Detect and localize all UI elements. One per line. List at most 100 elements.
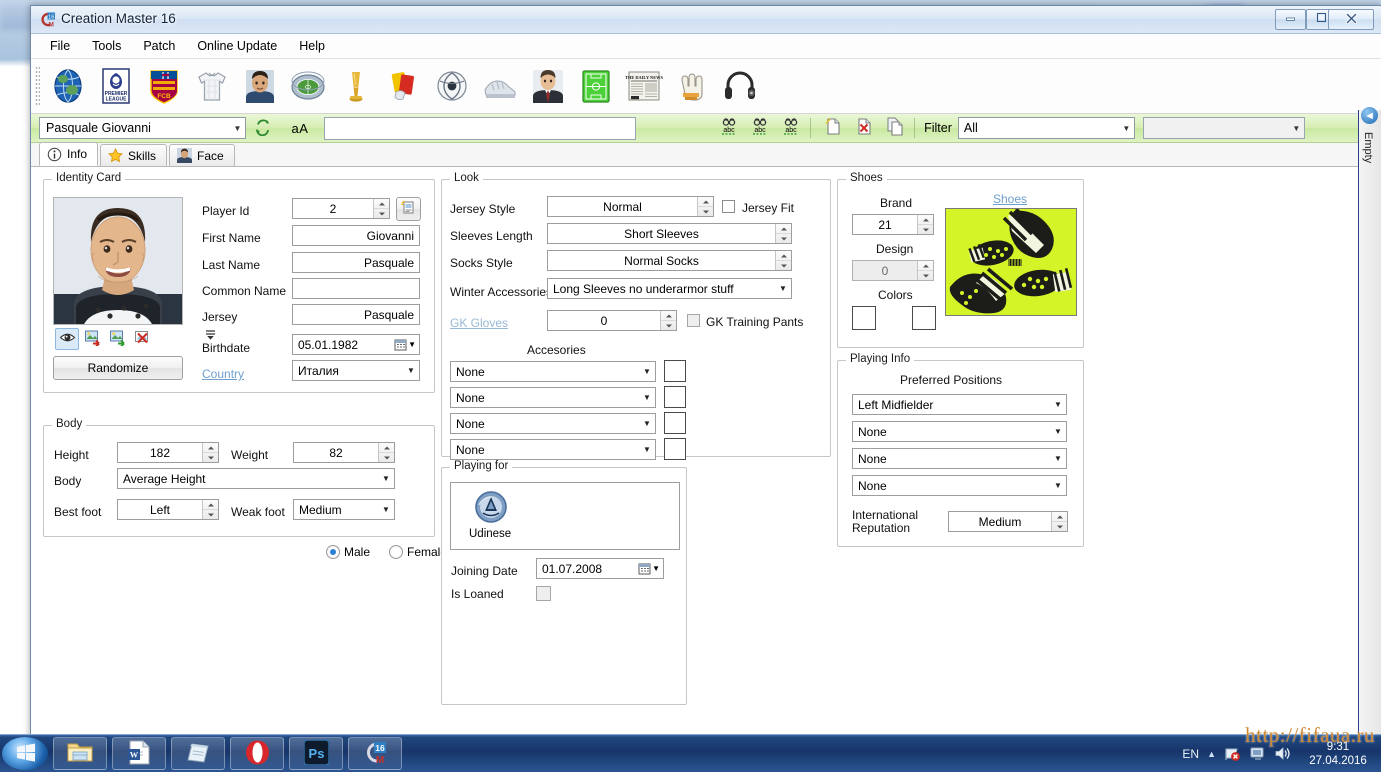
- sleeves-length-stepper[interactable]: [775, 224, 791, 243]
- tab-face[interactable]: Face: [169, 144, 235, 166]
- toolbar-button-club-crest[interactable]: FCB: [141, 63, 189, 109]
- copy-record-button[interactable]: [881, 115, 909, 141]
- tab-info[interactable]: Info: [39, 142, 99, 166]
- toolbar-button-kit[interactable]: [189, 63, 237, 109]
- shoe-color-1[interactable]: [852, 306, 876, 330]
- filter-combo[interactable]: All ▼: [957, 117, 1135, 139]
- filter-secondary-combo[interactable]: ▼: [1142, 117, 1305, 139]
- is-loaned-checkbox[interactable]: [536, 586, 551, 601]
- photo-delete-button[interactable]: [130, 328, 154, 350]
- player-photo[interactable]: [53, 197, 183, 325]
- player-select-combo[interactable]: Pasquale Giovanni ▼: [39, 117, 246, 139]
- accessory-color-2[interactable]: [664, 386, 686, 408]
- weight-input[interactable]: 82: [293, 442, 395, 463]
- player-id-stepper[interactable]: [373, 199, 389, 218]
- taskbar-word[interactable]: W: [112, 737, 166, 770]
- toolbar-button-ball[interactable]: [429, 63, 477, 109]
- shoes-preview[interactable]: [945, 208, 1077, 316]
- menu-item-file[interactable]: File: [39, 35, 81, 57]
- randomize-button[interactable]: Randomize: [53, 356, 183, 380]
- toolbar-button-tactics[interactable]: [573, 63, 621, 109]
- accessory-combo-1[interactable]: None ▼: [450, 361, 656, 382]
- toolbar-button-news[interactable]: THE DAILY NEWS: [621, 63, 669, 109]
- network-error-icon[interactable]: [1224, 745, 1241, 762]
- find-button-3[interactable]: abc: [777, 115, 805, 141]
- toolbar-button-manager[interactable]: [525, 63, 573, 109]
- case-toggle-button[interactable]: aА: [280, 115, 320, 141]
- joining-date-input[interactable]: 01.07.2008 ▼: [536, 558, 664, 579]
- socks-style-stepper[interactable]: [775, 251, 791, 270]
- brand-stepper[interactable]: [917, 215, 933, 234]
- tab-skills[interactable]: Skills: [100, 144, 168, 166]
- new-record-button[interactable]: [819, 115, 847, 141]
- last-name-input[interactable]: Pasquale: [292, 252, 420, 273]
- toolbar-button-stadium[interactable]: [285, 63, 333, 109]
- tray-show-hidden-icon[interactable]: ▲: [1207, 749, 1216, 759]
- jersey-style-stepper[interactable]: [697, 197, 713, 216]
- delete-record-button[interactable]: [850, 115, 878, 141]
- tray-language[interactable]: EN: [1182, 747, 1199, 761]
- common-name-input[interactable]: [292, 278, 420, 299]
- accessory-color-1[interactable]: [664, 360, 686, 382]
- country-combo[interactable]: Италия ▼: [292, 360, 420, 381]
- back-circle-icon[interactable]: ◄: [1361, 107, 1378, 124]
- gender-female-radio[interactable]: Female: [389, 545, 447, 559]
- weak-foot-combo[interactable]: Medium ▼: [293, 499, 395, 520]
- gk-gloves-link[interactable]: GK Gloves: [450, 316, 508, 330]
- empty-panel-rail[interactable]: ◄ Empty: [1358, 107, 1381, 740]
- menu-item-tools[interactable]: Tools: [81, 35, 132, 57]
- international-reputation-input[interactable]: Medium: [948, 511, 1068, 532]
- photo-export-button[interactable]: [105, 328, 129, 350]
- calendar-icon[interactable]: ▼: [638, 562, 663, 575]
- body-type-combo[interactable]: Average Height ▼: [117, 468, 395, 489]
- taskbar-explorer[interactable]: [53, 737, 107, 770]
- position-combo-3[interactable]: None ▼: [852, 448, 1067, 469]
- taskbar-notepad[interactable]: [171, 737, 225, 770]
- minimize-button[interactable]: [1275, 9, 1306, 30]
- accessory-color-3[interactable]: [664, 412, 686, 434]
- height-stepper[interactable]: [202, 443, 218, 462]
- position-combo-1[interactable]: Left Midfielder ▼: [852, 394, 1067, 415]
- find-button-1[interactable]: abc: [715, 115, 743, 141]
- sleeves-length-input[interactable]: Short Sleeves: [547, 223, 792, 244]
- menu-item-patch[interactable]: Patch: [132, 35, 186, 57]
- winter-accessories-combo[interactable]: Long Sleeves no underarmor stuff ▼: [547, 278, 792, 299]
- photo-import-button[interactable]: [80, 328, 104, 350]
- accessory-combo-3[interactable]: None ▼: [450, 413, 656, 434]
- accessory-combo-4[interactable]: None ▼: [450, 439, 656, 460]
- toolbar-button-audio[interactable]: [717, 63, 765, 109]
- photo-preview-button[interactable]: [55, 328, 79, 350]
- accessory-combo-2[interactable]: None ▼: [450, 387, 656, 408]
- toolbar-button-league[interactable]: PREMIER LEAGUE: [93, 63, 141, 109]
- gk-training-pants-checkbox[interactable]: [687, 314, 700, 327]
- weight-stepper[interactable]: [378, 443, 394, 462]
- toolbar-button-boots[interactable]: [477, 63, 525, 109]
- taskbar-opera[interactable]: [230, 737, 284, 770]
- toolbar-button-player[interactable]: [237, 63, 285, 109]
- position-combo-2[interactable]: None ▼: [852, 421, 1067, 442]
- club-box[interactable]: Udinese: [450, 482, 680, 550]
- jersey-name-input[interactable]: Pasquale: [292, 304, 420, 325]
- first-name-input[interactable]: Giovanni: [292, 225, 420, 246]
- shoe-color-2[interactable]: [912, 306, 936, 330]
- jersey-style-input[interactable]: Normal: [547, 196, 714, 217]
- gk-gloves-input[interactable]: 0: [547, 310, 677, 331]
- birthdate-input[interactable]: 05.01.1982 ▼: [292, 334, 420, 355]
- start-button[interactable]: [2, 737, 48, 770]
- taskbar-creation-master[interactable]: 16 M: [348, 737, 402, 770]
- id-picker-button[interactable]: [396, 197, 421, 221]
- best-foot-stepper[interactable]: [202, 500, 218, 519]
- find-button-2[interactable]: abc: [746, 115, 774, 141]
- menu-item-help[interactable]: Help: [288, 35, 336, 57]
- socks-style-input[interactable]: Normal Socks: [547, 250, 792, 271]
- menu-item-online-update[interactable]: Online Update: [186, 35, 288, 57]
- taskbar-photoshop[interactable]: Ps: [289, 737, 343, 770]
- best-foot-input[interactable]: Left: [117, 499, 219, 520]
- gender-male-radio[interactable]: Male: [326, 545, 370, 559]
- height-input[interactable]: 182: [117, 442, 219, 463]
- jersey-fit-checkbox[interactable]: [722, 200, 735, 213]
- toolbar-button-globe[interactable]: [45, 63, 93, 109]
- player-id-input[interactable]: 2: [292, 198, 390, 219]
- refresh-button[interactable]: [249, 115, 277, 141]
- calendar-icon[interactable]: ▼: [394, 338, 419, 351]
